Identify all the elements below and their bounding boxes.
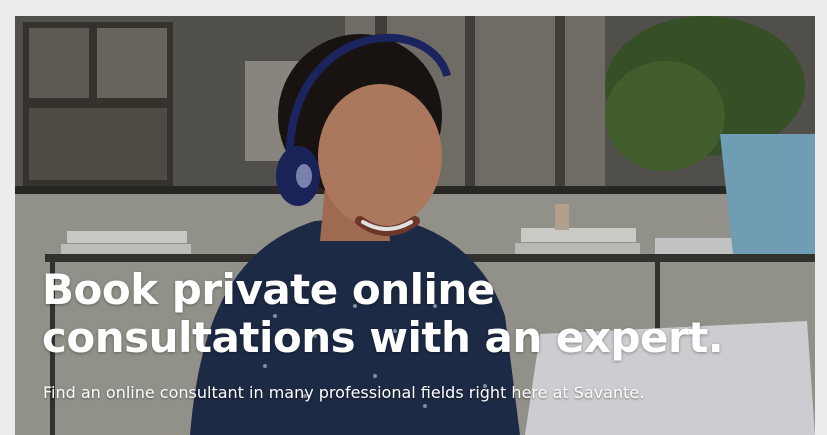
hero-subtext: Find an online consultant in many profes… <box>43 383 645 402</box>
hero-photo <box>15 16 815 435</box>
hero-headline: Book private online consultations with a… <box>42 265 724 362</box>
page-frame: Book private online consultations with a… <box>0 0 827 435</box>
hero-banner: Book private online consultations with a… <box>15 16 815 435</box>
